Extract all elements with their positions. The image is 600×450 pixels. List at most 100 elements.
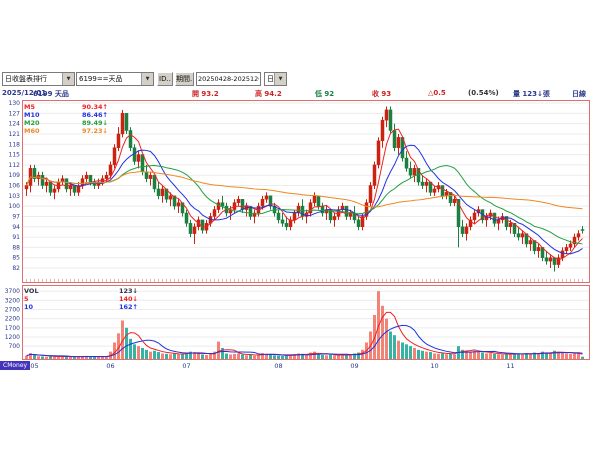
candle-body — [393, 131, 396, 148]
volume-bar — [197, 353, 200, 359]
volume-bar — [97, 357, 100, 359]
candle-body — [185, 213, 188, 223]
volume-bar — [209, 354, 212, 359]
dropdown-arrow-icon[interactable]: ▼ — [141, 73, 153, 85]
volume-bar — [157, 352, 160, 359]
candle-body — [461, 227, 464, 234]
candle-body — [121, 113, 124, 134]
candle-body — [45, 182, 48, 185]
month-tick-label: 06 — [106, 362, 114, 370]
candle-body — [409, 168, 412, 175]
candle-body — [581, 230, 584, 231]
volume-bar — [237, 353, 240, 359]
candle-body — [285, 223, 288, 226]
volume-bar — [169, 354, 172, 359]
volume-bar — [329, 355, 332, 359]
candle-body — [53, 189, 56, 192]
candle-body — [149, 175, 152, 178]
volume-tick-label: 3700 — [5, 288, 20, 295]
frequency-select[interactable]: 日 ▼ — [264, 72, 287, 86]
volume-bar — [125, 328, 128, 359]
candle-body — [41, 175, 44, 185]
ma-legend-row: M1086.46↑ — [24, 111, 108, 119]
stock-select[interactable]: 6199==天品 ▼ — [76, 72, 154, 86]
volume-bar — [205, 355, 208, 359]
candle-body — [373, 165, 376, 186]
candle-body — [81, 179, 84, 186]
price-tick-label: 100 — [9, 203, 21, 210]
candle-body — [261, 199, 264, 206]
volume-bar — [449, 353, 452, 359]
volume-bar — [37, 356, 40, 359]
month-tick-label: 10 — [430, 362, 438, 370]
volume-bar — [253, 356, 256, 359]
volume-bar — [497, 354, 500, 359]
candle-body — [177, 203, 180, 206]
volume-bar — [217, 342, 220, 359]
candle-body — [425, 182, 428, 185]
volume-bar — [141, 348, 144, 359]
volume-bar — [129, 339, 132, 359]
dropdown-arrow-icon[interactable]: ▼ — [62, 73, 74, 85]
candle-body — [317, 196, 320, 206]
volume-bar — [181, 354, 184, 359]
candle-body — [109, 165, 112, 175]
month-tick-label: 11 — [506, 362, 514, 370]
candle-body — [389, 110, 392, 131]
volume-tick-label: 2700 — [5, 306, 20, 313]
candle-body — [277, 213, 280, 220]
candle-body — [473, 213, 476, 220]
candle-body — [161, 189, 164, 196]
candle-body — [421, 182, 424, 185]
ma-legend-row: M2089.49↓ — [24, 119, 108, 127]
price-tick-label: 94 — [12, 224, 20, 231]
report-type-value: 日收盤表排行 — [5, 74, 47, 84]
candle-body — [381, 120, 384, 141]
date-range-input[interactable] — [196, 72, 261, 86]
volume-bar — [145, 350, 148, 359]
quote-info-item: 開 93.2 — [192, 89, 219, 99]
candle-body — [377, 141, 380, 165]
volume-bar — [477, 352, 480, 359]
volume-bar — [505, 354, 508, 359]
volume-bar — [469, 352, 472, 359]
candle-body — [201, 220, 204, 230]
candle-body — [465, 227, 468, 234]
period-button[interactable]: 期間.. — [175, 72, 194, 86]
candle-body — [433, 189, 436, 192]
volume-bar — [277, 356, 280, 359]
candle-body — [517, 234, 520, 237]
id-button[interactable]: ID.. — [157, 72, 173, 86]
volume-tick-label: 3200 — [5, 297, 20, 304]
candle-body — [413, 168, 416, 175]
quote-info-item: 低 92 — [315, 89, 334, 99]
candle-body — [113, 148, 116, 165]
candle-body — [569, 244, 572, 247]
candle-body — [153, 175, 156, 189]
candle-body — [137, 155, 140, 162]
candle-body — [25, 186, 28, 189]
quote-info-item: (0.54%) — [468, 89, 499, 97]
volume-bar — [273, 355, 276, 359]
candle-body — [453, 199, 456, 202]
frequency-value: 日 — [267, 74, 274, 84]
volume-bar — [201, 354, 204, 359]
volume-bar — [417, 350, 420, 359]
month-tick-label: 07 — [182, 362, 190, 370]
dropdown-arrow-icon[interactable]: ▼ — [274, 73, 286, 85]
candlestick-and-volume-chart: 8285889194971001031061091121151181211241… — [0, 0, 600, 450]
volume-bar — [333, 356, 336, 359]
price-tick-label: 88 — [12, 244, 20, 251]
candle-body — [441, 186, 444, 196]
candle-body — [69, 186, 72, 189]
price-tick-label: 106 — [9, 183, 21, 190]
candle-body — [369, 186, 372, 203]
price-tick-label: 124 — [9, 121, 21, 128]
volume-bar — [153, 351, 156, 359]
candle-body — [213, 210, 216, 217]
report-type-select[interactable]: 日收盤表排行 ▼ — [2, 72, 75, 86]
volume-bar — [41, 356, 44, 359]
ma-legend: M590.34↑M1086.46↑M2089.49↓M6097.23↓ — [24, 103, 108, 135]
volume-bar — [137, 346, 140, 359]
candle-body — [345, 206, 348, 216]
